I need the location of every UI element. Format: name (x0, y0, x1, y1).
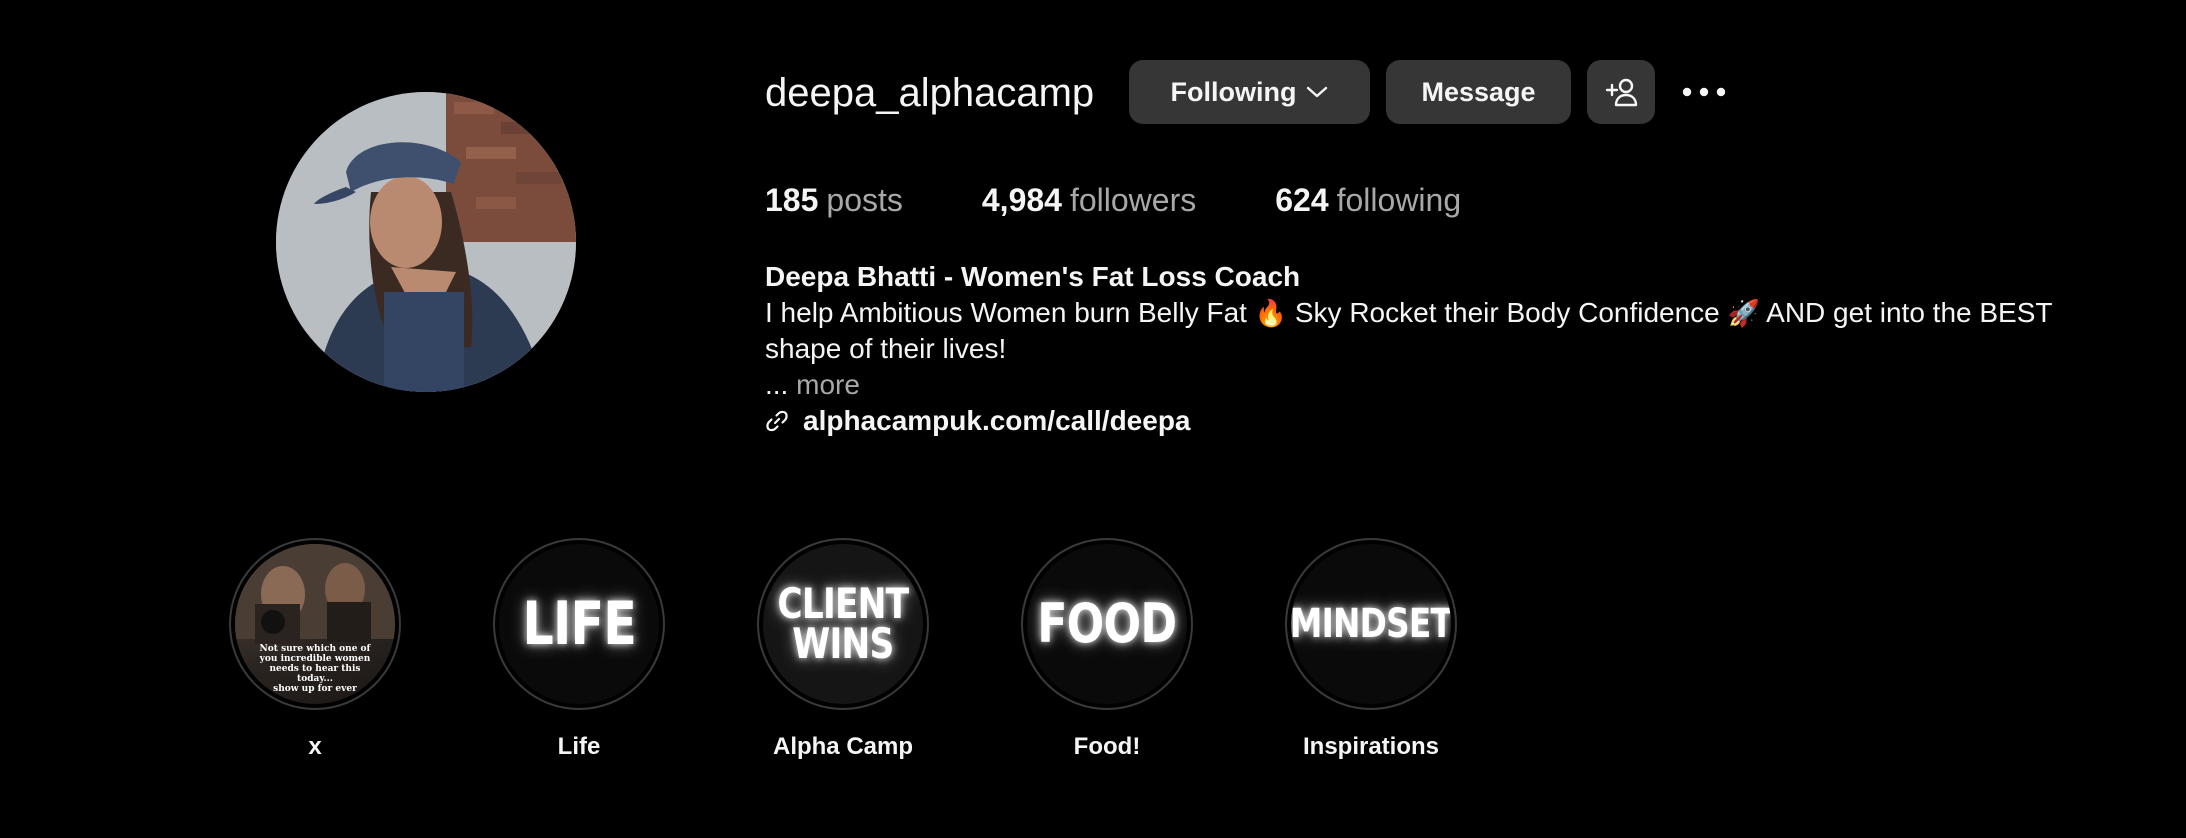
highlight-label: Life (557, 733, 601, 760)
followers-count-label: followers (1069, 182, 1197, 218)
bio-text: I help Ambitious Women burn Belly Fat 🔥 … (765, 295, 2055, 367)
bio-website-link[interactable]: alphacampuk.com/call/deepa (765, 403, 2055, 439)
message-button-label: Message (1421, 76, 1536, 107)
more-options-icon[interactable] (1676, 72, 1732, 112)
highlight-cover-line2: WINS (792, 619, 894, 668)
link-icon (765, 409, 789, 433)
highlight-ring: Not sure which one of you incredible wom… (229, 538, 401, 710)
highlight-cover-line1: CLIENT (777, 579, 910, 629)
profile-avatar[interactable] (276, 92, 576, 392)
following-link[interactable]: 624 following (1275, 178, 1461, 222)
highlight-label: Alpha Camp (772, 733, 913, 760)
highlight-cover: FOOD (1027, 544, 1187, 704)
highlight-cover: CLIENT WINS (763, 544, 923, 704)
highlight-ring: CLIENT WINS (757, 538, 929, 710)
highlight-cover-photo: Not sure which one of you incredible wom… (235, 544, 395, 704)
highlight-cover-caption-2: show up for ever (273, 684, 357, 694)
highlight-cover-text: FOOD (1037, 592, 1177, 656)
highlight-ring: MINDSET (1285, 538, 1457, 710)
chevron-down-icon (1306, 85, 1328, 99)
highlight-cover-text: CLIENT WINS (777, 579, 910, 668)
bio-text-part2: Sky Rocket their Body Confidence (1287, 297, 1728, 328)
highlight-alpha-camp[interactable]: CLIENT WINS Alpha Camp (755, 538, 931, 762)
highlight-label: Inspirations (1302, 733, 1440, 760)
posts-count-number: 185 (765, 182, 819, 218)
message-button[interactable]: Message (1386, 60, 1571, 124)
rocket-emoji: 🚀 (1727, 298, 1760, 328)
highlight-cover-caption: Not sure which one of you incredible wom… (259, 644, 371, 684)
highlight-inspirations[interactable]: MINDSET Inspirations (1283, 538, 1459, 762)
bio-more-row: ... more (765, 367, 2055, 403)
highlight-cover-text: MINDSET (1291, 601, 1451, 647)
highlight-cover-text: LIFE (522, 588, 636, 659)
bio-link-text: alphacampuk.com/call/deepa (803, 405, 1191, 436)
highlight-cover: MINDSET (1291, 544, 1451, 704)
profile-bio: Deepa Bhatti - Women's Fat Loss Coach I … (765, 259, 2055, 439)
highlight-food[interactable]: FOOD Food! (1019, 538, 1195, 762)
following-button[interactable]: Following (1129, 60, 1370, 124)
bio-ellipsis: ... (765, 369, 797, 400)
highlight-life[interactable]: LIFE Life (491, 538, 667, 762)
add-user-icon (1604, 77, 1638, 107)
highlight-label: Food! (1073, 733, 1141, 760)
highlight-label: x (308, 733, 322, 760)
username: deepa_alphacamp (765, 71, 1095, 115)
posts-count: 185 posts (765, 178, 903, 222)
profile-page: deepa_alphacamp Following Message 185 po… (0, 0, 2186, 838)
highlight-cover: LIFE (499, 544, 659, 704)
bio-full-name: Deepa Bhatti - Women's Fat Loss Coach (765, 261, 1301, 292)
posts-count-label: posts (826, 182, 903, 218)
profile-stats: 185 posts 4,984 followers 624 following (765, 178, 1540, 222)
following-button-label: Following (1170, 76, 1297, 107)
following-count-number: 624 (1275, 182, 1329, 218)
suggest-users-button[interactable] (1587, 60, 1655, 124)
bio-more-button[interactable]: more (796, 369, 860, 400)
highlight-x[interactable]: Not sure which one of you incredible wom… (227, 538, 403, 762)
followers-count-number: 4,984 (981, 182, 1062, 218)
highlight-ring: LIFE (493, 538, 665, 710)
highlight-ring: FOOD (1021, 538, 1193, 710)
avatar-photo (276, 92, 576, 392)
fire-emoji: 🔥 (1254, 298, 1288, 328)
bio-text-part1: I help Ambitious Women burn Belly Fat (765, 297, 1255, 328)
following-count-label: following (1336, 182, 1462, 218)
followers-link[interactable]: 4,984 followers (982, 178, 1196, 222)
